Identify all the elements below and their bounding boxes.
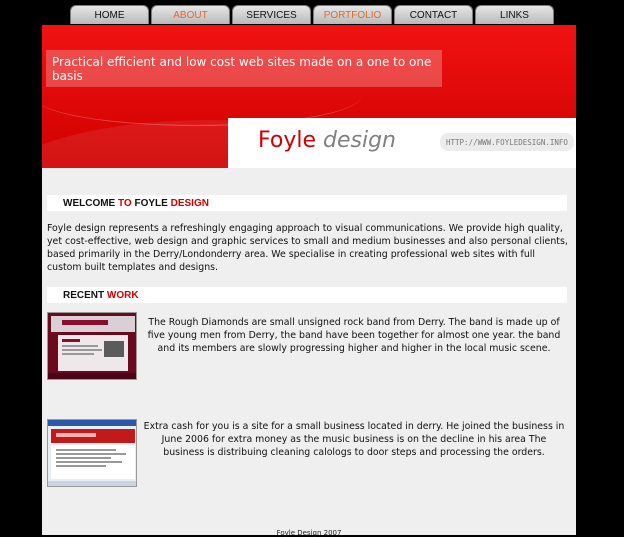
welcome-heading: WELCOME TO FOYLE DESIGN bbox=[47, 195, 567, 211]
welcome-heading-word4: DESIGN bbox=[170, 197, 209, 209]
main-nav: HOME ABOUT SERVICES PORTFOLIO CONTACT LI… bbox=[70, 5, 556, 25]
nav-about[interactable]: ABOUT bbox=[151, 5, 230, 24]
thumbnail-image bbox=[48, 420, 136, 486]
nav-links[interactable]: LINKS bbox=[475, 5, 554, 24]
nav-services[interactable]: SERVICES bbox=[232, 5, 311, 24]
logo-word-foyle: Foyle bbox=[258, 128, 316, 153]
header-banner: Practical efficient and low cost web sit… bbox=[42, 25, 576, 168]
main-content: WELCOME TO FOYLE DESIGN Foyle design rep… bbox=[42, 168, 576, 537]
footer-copyright: Foyle Design 2007 bbox=[276, 529, 342, 537]
rough-diamonds-thumbnail[interactable] bbox=[47, 312, 137, 380]
nav-home[interactable]: HOME bbox=[70, 5, 149, 24]
recent-work-heading: RECENT WORK bbox=[47, 287, 567, 303]
recent-heading-word2: WORK bbox=[106, 289, 139, 301]
extra-cash-description: Extra cash for you is a site for a small… bbox=[143, 421, 565, 458]
recent-heading-word1: RECENT bbox=[63, 289, 105, 301]
thumbnail-image bbox=[48, 313, 136, 379]
nav-portfolio[interactable]: PORTFOLIO bbox=[313, 5, 392, 24]
site-url: HTTP://WWW.FOYLEDESIGN.INFO bbox=[440, 133, 574, 151]
welcome-heading-word1: WELCOME bbox=[63, 197, 116, 209]
welcome-heading-word3: FOYLE bbox=[134, 197, 168, 209]
welcome-heading-word2: TO bbox=[118, 197, 132, 209]
nav-contact[interactable]: CONTACT bbox=[394, 5, 473, 24]
site-logo[interactable]: Foyle design bbox=[258, 128, 396, 153]
logo-panel: Foyle design HTTP://WWW.FOYLEDESIGN.INFO bbox=[228, 118, 576, 168]
logo-word-design: design bbox=[323, 128, 396, 153]
intro-paragraph: Foyle design represents a refreshingly e… bbox=[47, 223, 568, 273]
rough-diamonds-description: The Rough Diamonds are small unsigned ro… bbox=[147, 317, 561, 354]
extra-cash-thumbnail[interactable] bbox=[47, 419, 137, 487]
tagline: Practical efficient and low cost web sit… bbox=[46, 50, 442, 87]
